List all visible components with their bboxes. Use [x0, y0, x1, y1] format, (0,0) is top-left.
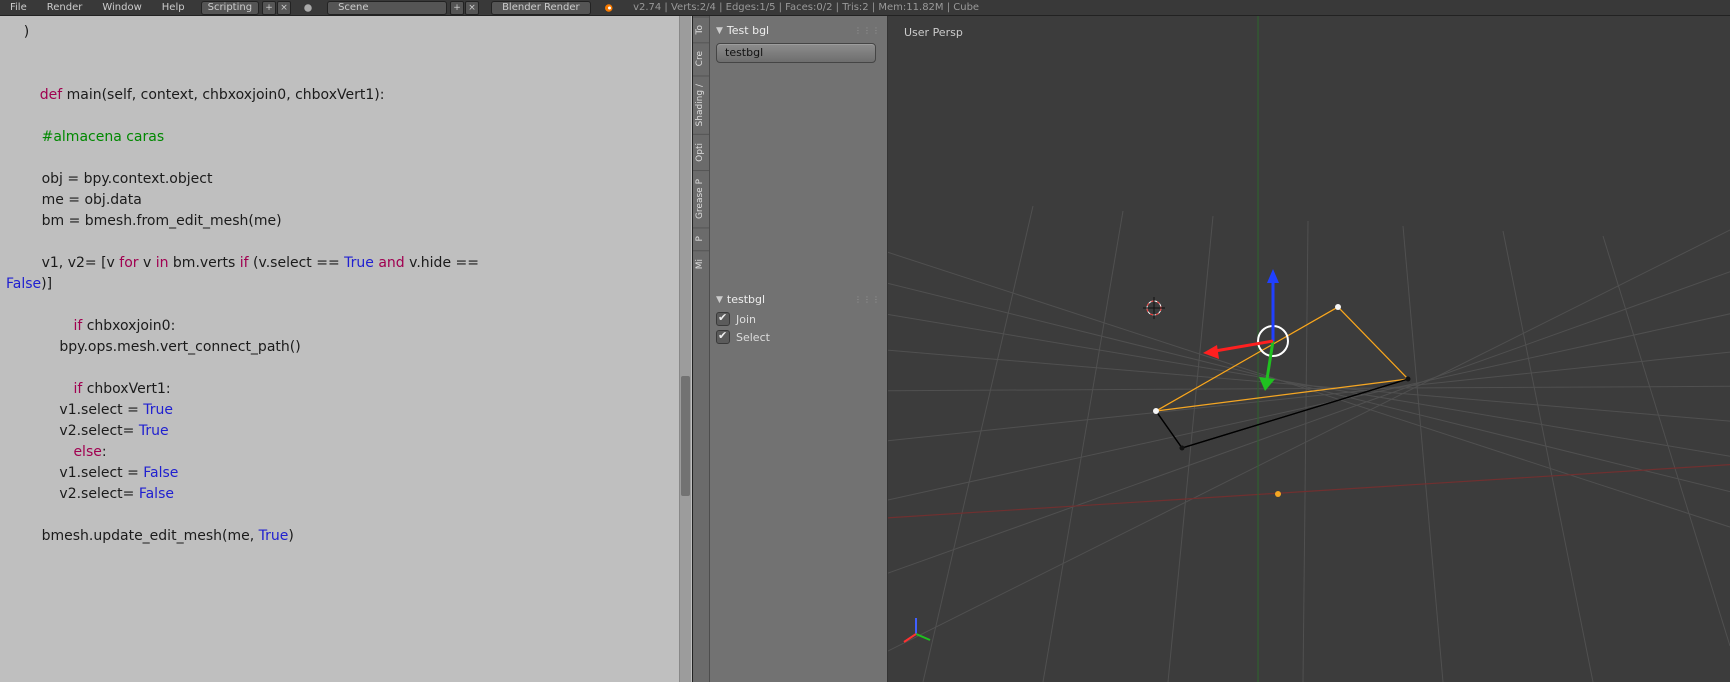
disclosure-triangle-icon: ▼: [716, 26, 723, 36]
panel-grip-icon[interactable]: ⋮⋮⋮: [854, 295, 881, 304]
layout-add-remove: + ×: [261, 1, 291, 15]
3d-cursor-icon: [1143, 297, 1165, 319]
top-menu-bar: File Render Window Help Scripting + × Sc…: [0, 0, 1730, 16]
tab-options[interactable]: Opti: [693, 134, 709, 170]
editor-scrollbar-thumb[interactable]: [681, 376, 690, 496]
mini-axis-icon: [904, 618, 930, 642]
tab-p[interactable]: P: [693, 227, 709, 249]
edit-mesh-wireframe: [1153, 304, 1411, 451]
testbgl-button[interactable]: testbgl: [716, 43, 876, 63]
scene-statistics: v2.74 | Verts:2/4 | Edges:1/5 | Faces:0/…: [633, 2, 979, 13]
viewport-scene: [888, 16, 1730, 682]
scene-add-remove: + ×: [449, 1, 479, 15]
select-checkbox-row: Select: [716, 330, 881, 344]
render-engine-dropdown[interactable]: Blender Render: [491, 1, 591, 15]
menu-help[interactable]: Help: [152, 2, 195, 13]
tool-panel-body: ▼ Test bgl ⋮⋮⋮ testbgl ▼ testbgl ⋮⋮⋮ Joi…: [710, 16, 887, 682]
tab-create[interactable]: Cre: [693, 42, 709, 74]
disclosure-triangle-icon: ▼: [716, 295, 723, 305]
menu-file[interactable]: File: [0, 2, 37, 13]
menu-window[interactable]: Window: [92, 2, 151, 13]
layout-remove-button[interactable]: ×: [277, 1, 291, 15]
3d-viewport[interactable]: User Persp: [888, 16, 1730, 682]
join-checkbox-row: Join: [716, 312, 881, 326]
scene-name-field[interactable]: Scene: [327, 1, 447, 15]
panel-grip-icon[interactable]: ⋮⋮⋮: [854, 26, 881, 35]
select-label: Select: [736, 331, 770, 344]
object-origin-icon: [1275, 491, 1281, 497]
scene-browse-icon[interactable]: [301, 1, 315, 15]
tab-shading[interactable]: Shading /: [693, 75, 709, 134]
menu-render[interactable]: Render: [37, 2, 93, 13]
screen-layout-dropdown[interactable]: Scripting: [201, 1, 259, 15]
scene-add-button[interactable]: +: [450, 1, 464, 15]
blender-logo-icon: [601, 1, 615, 15]
transform-gizmo[interactable]: [1203, 269, 1288, 391]
x-axis-line: [888, 461, 1730, 521]
tool-shelf: To Cre Shading / Opti Grease P P Mi ▼ Te…: [693, 16, 888, 682]
tab-tools[interactable]: To: [693, 16, 709, 42]
tab-grease-pencil[interactable]: Grease P: [693, 170, 709, 227]
redo-panel-title: testbgl: [727, 293, 765, 306]
redo-panel-header[interactable]: ▼ testbgl ⋮⋮⋮: [716, 293, 881, 306]
tab-misc[interactable]: Mi: [693, 250, 709, 277]
main-area: ) def main(self, context, chbxoxjoin0, c…: [0, 16, 1730, 682]
join-checkbox[interactable]: [716, 312, 730, 326]
tool-shelf-tabs: To Cre Shading / Opti Grease P P Mi: [693, 16, 710, 682]
panel-title: Test bgl: [727, 24, 769, 37]
text-editor[interactable]: ) def main(self, context, chbxoxjoin0, c…: [0, 16, 693, 682]
scene-remove-button[interactable]: ×: [465, 1, 479, 15]
layout-add-button[interactable]: +: [262, 1, 276, 15]
operator-redo-panel: ▼ testbgl ⋮⋮⋮ Join Select: [716, 293, 881, 344]
panel-header-testbgl[interactable]: ▼ Test bgl ⋮⋮⋮: [716, 24, 881, 37]
select-checkbox[interactable]: [716, 330, 730, 344]
editor-scrollbar[interactable]: [679, 16, 691, 682]
join-label: Join: [736, 313, 756, 326]
